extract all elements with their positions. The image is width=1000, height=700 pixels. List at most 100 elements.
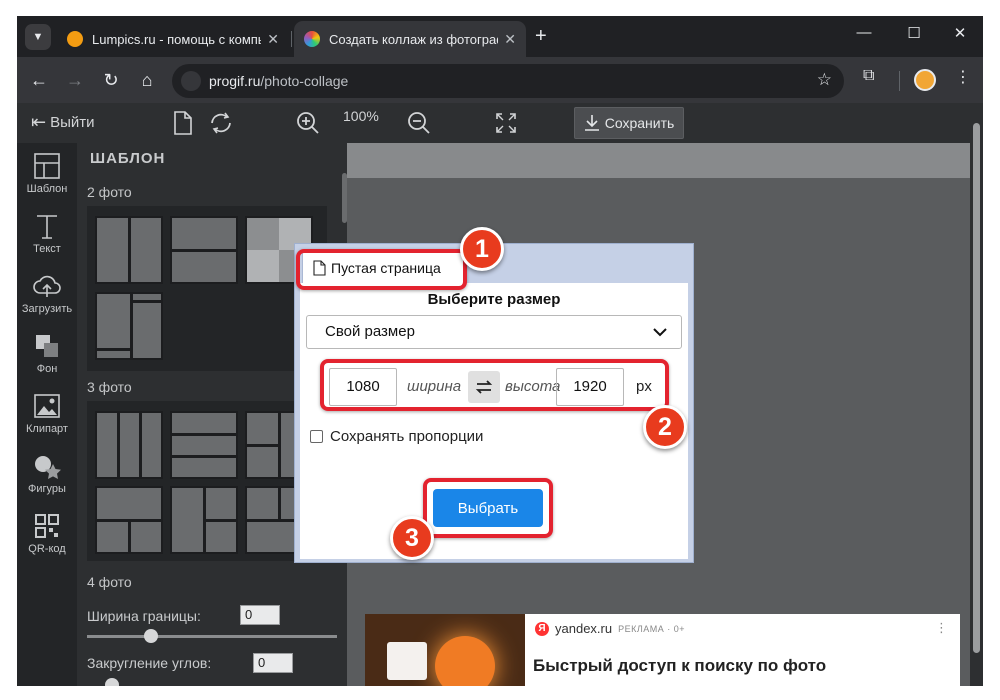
ad-banner[interactable]: Я yandex.ru РЕКЛАМА · 0+ ⋮ Быстрый досту… xyxy=(365,614,960,686)
page-scrollbar[interactable] xyxy=(970,103,983,686)
sidebar-label: Текст xyxy=(33,243,61,255)
keep-ratio-checkbox[interactable] xyxy=(310,430,323,443)
url-text: progif.ru/photo-collage xyxy=(209,73,349,89)
template-icon xyxy=(34,153,60,179)
bookmark-star-icon[interactable]: ☆ xyxy=(817,70,832,90)
dialog-heading: Выберите размер xyxy=(427,291,561,308)
sidebar-item-clipart[interactable]: Клипарт xyxy=(17,391,77,435)
tab-search-button[interactable]: ▼ xyxy=(25,24,51,50)
corner-round-label: Закругление углов: xyxy=(87,655,212,671)
template-3-top-split[interactable] xyxy=(95,486,163,554)
ad-menu-icon[interactable]: ⋮ xyxy=(935,620,948,636)
sidebar-item-shapes[interactable]: Фигуры xyxy=(17,451,77,495)
exit-label: Выйти xyxy=(50,114,95,131)
border-width-input[interactable]: 0 xyxy=(240,605,280,625)
text-icon xyxy=(37,215,57,239)
ad-tag: РЕКЛАМА · 0+ xyxy=(618,623,686,634)
canvas-top-strip xyxy=(347,143,970,178)
close-tab-icon[interactable]: ✕ xyxy=(504,31,516,48)
ad-source-domain: yandex.ru xyxy=(555,621,613,636)
template-2-horizontal[interactable] xyxy=(170,216,238,284)
template-3-rows[interactable] xyxy=(170,411,238,479)
minimize-icon[interactable]: — xyxy=(849,24,879,41)
highlight-blank-page-tab xyxy=(296,249,467,290)
clipart-icon xyxy=(34,394,60,418)
tab-lumpics[interactable]: Lumpics.ru - помощь с компью ✕ xyxy=(57,21,289,57)
sidebar-item-background[interactable]: Фон xyxy=(17,331,77,375)
size-select[interactable]: Свой размер xyxy=(306,315,682,349)
maximize-icon[interactable]: ☐ xyxy=(899,24,929,42)
home-icon[interactable]: ⌂ xyxy=(136,69,158,91)
forward-icon[interactable]: → xyxy=(64,69,86,91)
border-width-slider[interactable] xyxy=(87,635,337,638)
template-3-columns[interactable] xyxy=(95,411,163,479)
sidebar-label: QR-код xyxy=(28,543,66,555)
fit-screen-icon[interactable] xyxy=(492,109,520,137)
sidebar-label: Фон xyxy=(36,363,58,375)
step-badge-3: 3 xyxy=(390,516,434,560)
exit-button[interactable]: ⇤ Выйти xyxy=(31,112,95,133)
sidebar-label: Клипарт xyxy=(26,423,68,435)
border-width-slider-thumb[interactable] xyxy=(144,629,158,643)
sidebar-label: Фигуры xyxy=(28,483,66,495)
zoom-in-icon[interactable] xyxy=(294,109,322,137)
highlight-choose-button xyxy=(423,478,553,538)
tab-title: Lumpics.ru - помощь с компью xyxy=(92,31,262,47)
toolbar-separator xyxy=(899,71,900,91)
progif-favicon-icon xyxy=(304,31,320,47)
close-window-icon[interactable]: ✕ xyxy=(945,24,975,42)
template-2-offset[interactable] xyxy=(95,292,163,360)
ad-headline: Быстрый доступ к поиску по фото xyxy=(533,656,827,675)
border-width-label: Ширина границы: xyxy=(87,608,201,624)
extensions-icon[interactable]: ⧉ xyxy=(863,67,874,85)
sidebar-item-qr-code[interactable]: QR-код xyxy=(17,511,77,555)
browser-menu-icon[interactable]: ⋮ xyxy=(955,67,971,87)
new-tab-icon[interactable]: + xyxy=(535,25,547,48)
sidebar-item-upload[interactable]: Загрузить xyxy=(17,271,77,315)
profile-avatar[interactable] xyxy=(914,69,936,91)
rotate-icon[interactable] xyxy=(207,109,235,137)
upload-cloud-icon xyxy=(33,275,61,297)
background-icon xyxy=(36,335,58,357)
reload-icon[interactable]: ↻ xyxy=(100,69,122,91)
shapes-icon xyxy=(35,456,61,479)
ad-image xyxy=(365,614,525,686)
download-icon xyxy=(584,115,599,131)
templates-3-photo xyxy=(87,401,327,561)
step-badge-1: 1 xyxy=(460,227,504,271)
keep-ratio-label: Сохранять пропорции xyxy=(330,428,484,445)
tool-sidebar: Шаблон Текст Загрузить Фон Клипарт Фигур… xyxy=(17,143,77,686)
size-select-value: Свой размер xyxy=(325,323,415,340)
panel-title: ШАБЛОН xyxy=(90,150,166,167)
save-button[interactable]: Сохранить xyxy=(574,107,684,139)
qr-code-icon xyxy=(35,514,59,538)
page-scrollbar-thumb[interactable] xyxy=(973,123,980,653)
new-page-icon[interactable] xyxy=(169,109,197,137)
exit-arrow-icon: ⇤ xyxy=(31,112,47,132)
tab-strip: ▼ Lumpics.ru - помощь с компью ✕ Создать… xyxy=(17,16,983,57)
template-2-vertical[interactable] xyxy=(95,216,163,284)
step-badge-2: 2 xyxy=(643,405,687,449)
section-label-3-photo: 3 фото xyxy=(87,379,132,395)
keep-ratio-row[interactable]: Сохранять пропорции xyxy=(310,428,483,445)
section-label-4-photo: 4 фото xyxy=(87,574,132,590)
sidebar-item-template[interactable]: Шаблон xyxy=(17,151,77,195)
zoom-out-icon[interactable] xyxy=(405,109,433,137)
corner-round-slider-thumb[interactable] xyxy=(105,678,119,686)
sidebar-item-text[interactable]: Текст xyxy=(17,211,77,255)
tab-title: Создать коллаж из фотограф xyxy=(329,31,499,47)
app-toolbar: ⇤ Выйти 100% Сохранить xyxy=(17,103,970,143)
corner-round-input[interactable]: 0 xyxy=(253,653,293,673)
browser-toolbar: ← → ↻ ⌂ progif.ru/photo-collage ☆ ⧉ ⋮ xyxy=(17,57,983,103)
address-bar[interactable]: progif.ru/photo-collage ☆ xyxy=(172,64,844,98)
template-3-right-split[interactable] xyxy=(170,486,238,554)
site-info-icon[interactable] xyxy=(181,71,201,91)
lumpics-favicon-icon xyxy=(67,31,83,47)
templates-2-photo xyxy=(87,206,327,371)
chevron-down-icon xyxy=(653,316,667,348)
close-tab-icon[interactable]: ✕ xyxy=(267,31,279,48)
ad-source: Я yandex.ru РЕКЛАМА · 0+ xyxy=(535,621,685,636)
sidebar-label: Шаблон xyxy=(26,183,68,195)
back-icon[interactable]: ← xyxy=(28,69,50,91)
tab-progif[interactable]: Создать коллаж из фотограф ✕ xyxy=(294,21,526,57)
